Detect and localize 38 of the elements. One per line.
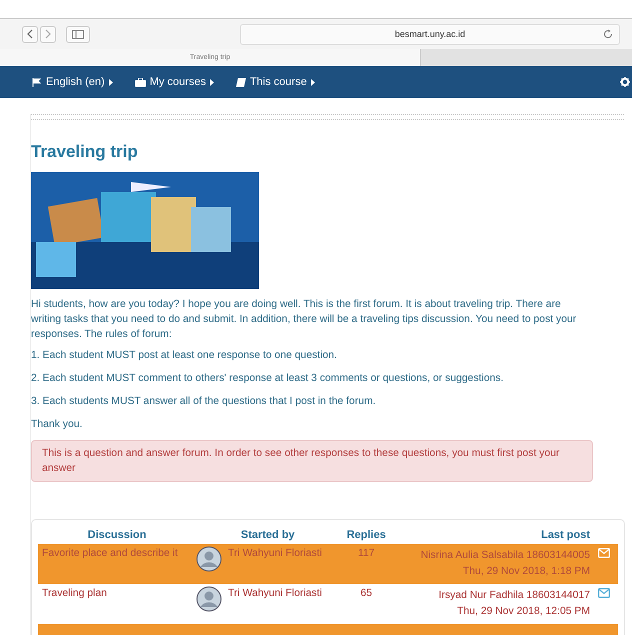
briefcase-icon [134,78,146,86]
sidebar-button[interactable] [66,26,90,42]
column-header: Replies [340,526,393,544]
rule-text: 1. Each student MUST post at least one response to one question. [31,349,338,363]
discussion-link[interactable]: Traveling plan [42,588,107,599]
last-post-date[interactable]: Thu, 29 Nov 2018, 12:05 PM [396,604,590,620]
caret-icon [108,78,113,86]
column-header: Last post [392,526,594,544]
flag-icon [32,78,42,86]
author-link[interactable]: Tri Wahyuni Floriasti [228,588,322,599]
column-header: Started by [196,526,340,544]
caret-icon [210,78,214,86]
notice-alert: This is a question and answer forum. In order to see other responses to these questions, you must first post your answer [31,440,593,482]
caret-icon [310,78,315,86]
url-text: besmart.uny.ac.id [394,29,466,39]
last-post-author[interactable]: Irsyad Nur Fadhila 18603144017 [396,588,590,604]
rule-text: 3. Each students MUST answer all of the questions that I post in the forum. [31,395,377,409]
rule-text: 2. Each student MUST comment to others' response at least 3 comments or questions, or suggestions. [31,372,504,386]
closing-text: Thank you. [31,418,84,432]
back-button[interactable] [22,26,38,42]
envelope-icon[interactable] [598,588,610,598]
reload-icon[interactable] [603,28,613,38]
sidebar-icon [72,30,84,38]
intro-paragraph: Hi students, how are you today? I hope you are doing well. This is the first forum. It is about traveling trip. There are writing tasks that you need to do and submit. In addition, there will be a traveling tips discussion. You need to post your responses. The rules of forum: [31,298,578,342]
nav-menu-item[interactable]: English (en) [32,76,113,88]
forum-title: Traveling trip [31,142,139,162]
settings-icon[interactable] [620,77,630,87]
forward-button[interactable] [40,26,56,42]
avatar-icon [196,586,222,612]
avatar-icon [196,546,222,572]
column-header: Discussion [38,526,196,544]
book-icon [236,78,246,86]
chevron-left-icon [26,29,34,39]
address-bar[interactable]: besmart.uny.ac.id [240,24,620,44]
nav-menu-item[interactable]: My courses [134,76,214,88]
replies-count[interactable]: 65 [360,588,372,599]
nav-menu-item[interactable]: This course [236,76,315,88]
chevron-right-icon [44,29,52,39]
